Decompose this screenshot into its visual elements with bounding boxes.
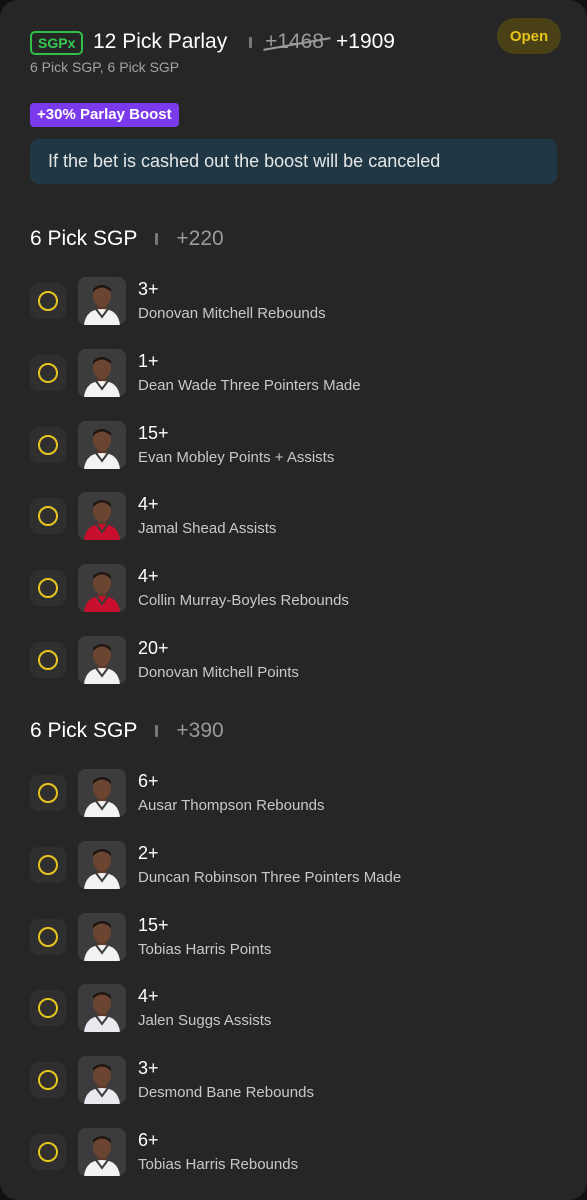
pending-status-icon: [30, 570, 66, 607]
pending-status-icon: [30, 426, 66, 463]
pending-ring-icon: [38, 783, 58, 803]
pending-ring-icon: [38, 650, 58, 670]
leg-description: Desmond Bane Rebounds: [138, 1084, 314, 1102]
leg-line-value: 3+: [138, 279, 159, 299]
section-divider: [155, 233, 159, 245]
leg-row[interactable]: 2+ Duncan Robinson Three Pointers Made: [30, 840, 570, 901]
section-odds: +390: [176, 719, 224, 742]
pending-ring-icon: [38, 998, 58, 1019]
pending-ring-icon: [38, 434, 58, 455]
pending-status-icon: [30, 846, 66, 883]
header-divider: [249, 37, 252, 48]
leg-line-value: 1+: [138, 350, 159, 371]
original-odds: +1468: [263, 29, 331, 55]
leg-row[interactable]: 4+ Jamal Shead Assists: [30, 492, 570, 552]
leg-description: Collin Murray-Boyles Rebounds: [138, 592, 349, 610]
leg-line-value: 4+: [138, 494, 159, 515]
pending-status-icon: [30, 642, 66, 678]
pending-status-icon: [30, 354, 66, 391]
pending-status-icon: [30, 990, 66, 1027]
pending-status-icon: [30, 498, 66, 535]
pending-ring-icon: [38, 1142, 58, 1162]
leg-description: Tobias Harris Rebounds: [138, 1156, 299, 1173]
pending-ring-icon: [38, 926, 58, 947]
leg-description: Jalen Suggs Assists: [138, 1012, 272, 1030]
status-badge: Open: [497, 18, 561, 54]
leg-description: Jamal Shead Assists: [138, 520, 277, 538]
boosted-odds: +1909: [336, 30, 395, 53]
leg-row[interactable]: 4+ Jalen Suggs Assists: [30, 984, 570, 1044]
sgpx-badge: SGPx: [30, 31, 84, 55]
leg-description: Dean Wade Three Pointers Made: [138, 376, 361, 394]
leg-line-value: 3+: [138, 1058, 159, 1079]
player-avatar: [78, 984, 126, 1033]
leg-row[interactable]: 15+ Evan Mobley Points + Assists: [30, 420, 570, 481]
pending-ring-icon: [38, 506, 58, 527]
parlay-boost-badge: +30% Parlay Boost: [30, 103, 179, 127]
pending-ring-icon: [38, 362, 58, 383]
leg-line-value: 15+: [138, 422, 169, 443]
player-avatar: [78, 912, 126, 961]
parlay-card[interactable]: SGPx 12 Pick Parlay +1468 +1909 6 Pick S…: [0, 0, 587, 1200]
parlay-subtitle: 6 Pick SGP, 6 Pick SGP: [30, 59, 180, 75]
leg-description: Donovan Mitchell Rebounds: [138, 305, 326, 322]
section-title: 6 Pick SGP: [30, 719, 138, 742]
leg-row[interactable]: 1+ Dean Wade Three Pointers Made: [30, 348, 570, 409]
player-avatar: [78, 277, 126, 325]
leg-row[interactable]: 15+ Tobias Harris Points: [30, 912, 570, 973]
player-avatar: [78, 636, 126, 684]
pending-status-icon: [30, 283, 66, 319]
player-avatar: [78, 564, 126, 613]
player-avatar: [78, 492, 126, 541]
section-title: 6 Pick SGP: [30, 227, 138, 250]
player-avatar: [78, 840, 126, 889]
player-avatar: [78, 420, 126, 469]
leg-row[interactable]: 6+ Tobias Harris Rebounds: [30, 1128, 570, 1188]
leg-line-value: 15+: [138, 914, 169, 935]
player-avatar: [78, 769, 126, 817]
leg-description: Tobias Harris Points: [138, 940, 272, 958]
pending-status-icon: [30, 918, 66, 955]
leg-line-value: 4+: [138, 986, 159, 1007]
leg-row[interactable]: 20+ Donovan Mitchell Points: [30, 636, 570, 696]
leg-line-value: 6+: [138, 1130, 159, 1150]
pending-ring-icon: [38, 854, 58, 875]
section-divider: [155, 725, 159, 737]
boost-notice: If the bet is cashed out the boost will …: [30, 139, 557, 184]
pending-ring-icon: [38, 1070, 58, 1091]
leg-line-value: 20+: [138, 638, 169, 658]
leg-description: Evan Mobley Points + Assists: [138, 448, 335, 466]
leg-line-value: 2+: [138, 842, 159, 863]
section-odds: +220: [176, 227, 224, 250]
player-avatar: [78, 348, 126, 397]
leg-description: Duncan Robinson Three Pointers Made: [138, 868, 402, 886]
player-avatar: [78, 1128, 126, 1176]
parlay-header: SGPx 12 Pick Parlay +1468 +1909 6 Pick S…: [30, 18, 561, 80]
player-avatar: [78, 1056, 126, 1105]
pending-status-icon: [30, 1062, 66, 1099]
pending-status-icon: [30, 1134, 66, 1170]
leg-line-value: 6+: [138, 771, 159, 791]
section-header: 6 Pick SGP +220: [30, 226, 224, 252]
parlay-title: 12 Pick Parlay: [93, 30, 228, 53]
pending-ring-icon: [38, 291, 58, 311]
leg-row[interactable]: 6+ Ausar Thompson Rebounds: [30, 769, 570, 829]
leg-description: Donovan Mitchell Points: [138, 664, 299, 681]
leg-row[interactable]: 3+ Donovan Mitchell Rebounds: [30, 277, 570, 337]
leg-line-value: 4+: [138, 566, 159, 587]
pending-ring-icon: [38, 578, 58, 599]
leg-row[interactable]: 4+ Collin Murray-Boyles Rebounds: [30, 564, 570, 624]
leg-description: Ausar Thompson Rebounds: [138, 797, 325, 814]
boost-notice-text: If the bet is cashed out the boost will …: [48, 151, 441, 171]
section-header: 6 Pick SGP +390: [30, 718, 224, 744]
pending-status-icon: [30, 775, 66, 811]
leg-row[interactable]: 3+ Desmond Bane Rebounds: [30, 1056, 570, 1116]
